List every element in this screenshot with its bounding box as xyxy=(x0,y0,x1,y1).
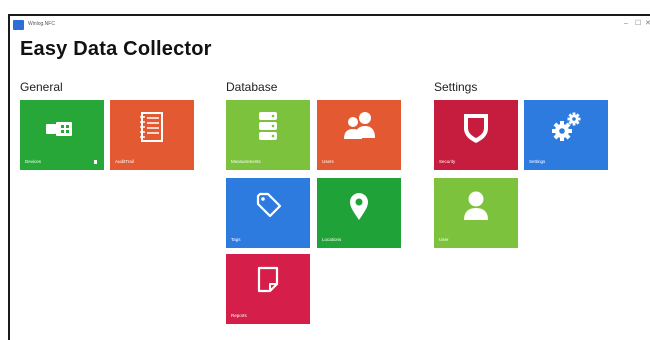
tile-tags[interactable]: Tags xyxy=(226,178,310,248)
maximize-button[interactable]: ☐ xyxy=(635,20,641,28)
app-logo-icon xyxy=(13,20,24,30)
tile-locations[interactable]: Locations xyxy=(317,178,401,248)
tile-measurements-label: Measurements xyxy=(231,159,261,164)
section-settings-label: Settings xyxy=(434,80,478,94)
window-title: Winlog.NFC xyxy=(28,21,55,27)
tile-audit-trail[interactable]: AuditTrail xyxy=(110,100,194,170)
tile-reports[interactable]: Reports xyxy=(226,254,310,324)
tile-locations-label: Locations xyxy=(322,237,342,242)
tile-security[interactable]: Security xyxy=(434,100,518,170)
tile-audit-trail-label: AuditTrail xyxy=(115,159,134,164)
usb-status-indicator xyxy=(94,160,97,164)
section-database-label: Database xyxy=(226,80,278,94)
app-window: Winlog.NFC – ☐ ✕ Easy Data Collector Gen… xyxy=(8,14,650,340)
tile-user-label: User xyxy=(439,237,449,242)
tile-security-label: Security xyxy=(439,159,456,164)
page-title: Easy Data Collector xyxy=(20,38,212,60)
tile-devices[interactable]: Devices xyxy=(20,100,104,170)
title-bar: Winlog.NFC – ☐ ✕ xyxy=(10,16,650,34)
tile-user[interactable]: User xyxy=(434,178,518,248)
tile-users-label: Users xyxy=(322,159,334,164)
tile-users[interactable]: Users xyxy=(317,100,401,170)
close-button[interactable]: ✕ xyxy=(645,20,650,28)
tile-settings-label: Settings xyxy=(529,159,546,164)
section-general-label: General xyxy=(20,80,63,94)
tile-settings[interactable]: Settings xyxy=(524,100,608,170)
tile-devices-label: Devices xyxy=(25,159,42,164)
tile-reports-label: Reports xyxy=(231,313,247,318)
minimize-button[interactable]: – xyxy=(624,20,628,28)
tile-tags-label: Tags xyxy=(231,237,241,242)
tile-measurements[interactable]: Measurements xyxy=(226,100,310,170)
